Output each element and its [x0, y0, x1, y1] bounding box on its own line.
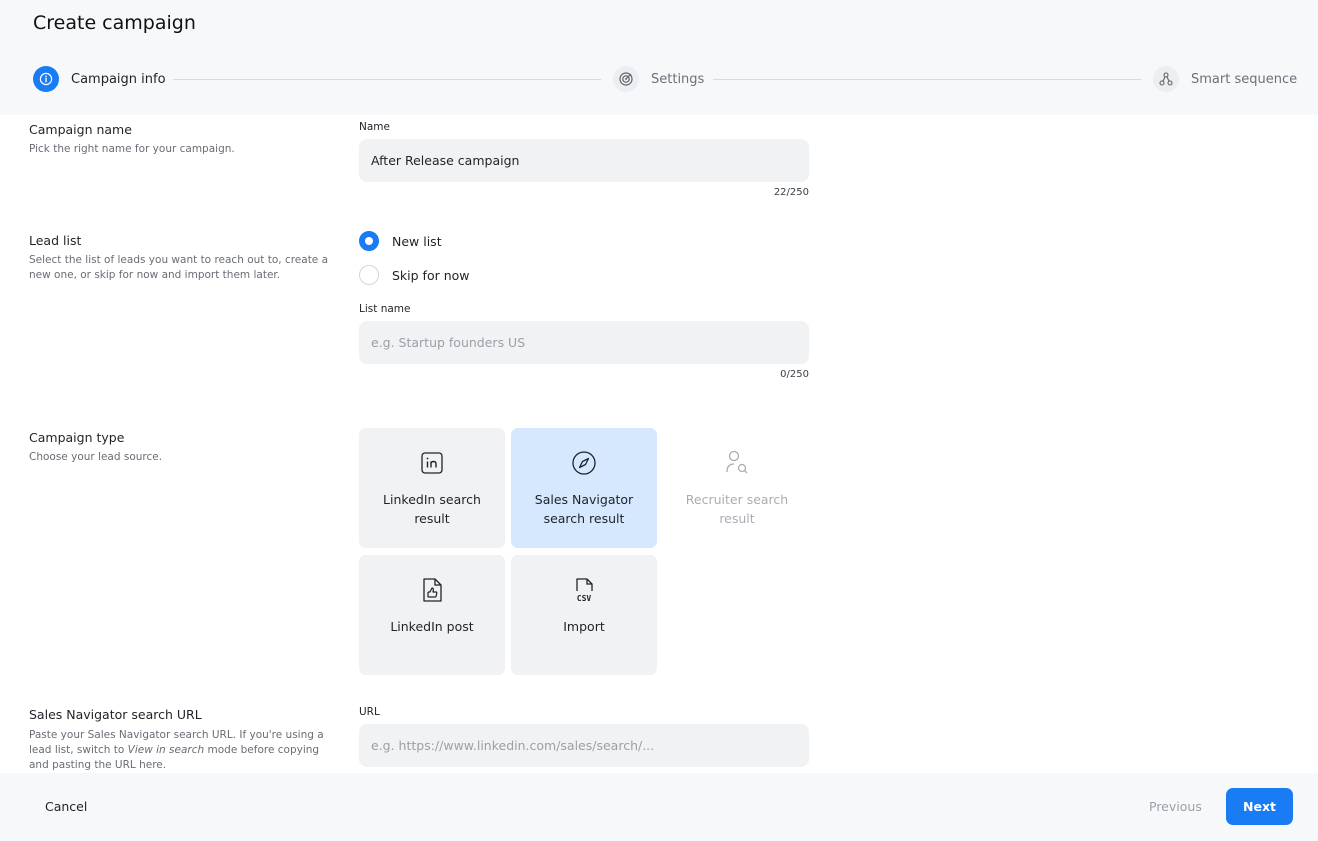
campaign-type-description: Choose your lead source. [29, 451, 163, 463]
card-sales-navigator[interactable]: Sales Navigator search result [511, 428, 657, 548]
card-label: LinkedIn post [390, 619, 474, 634]
card-linkedin-post[interactable]: LinkedIn post [359, 555, 505, 675]
compass-icon [571, 450, 597, 476]
radio-button[interactable] [359, 231, 379, 251]
radio-label: New list [392, 233, 442, 249]
step-smart-sequence[interactable]: Smart sequence [1153, 66, 1297, 92]
card-label: Import [563, 619, 605, 634]
list-name-input[interactable]: e.g. Startup founders US [359, 321, 809, 364]
card-label: Sales Navigator search result [534, 492, 634, 526]
sales-nav-url-description: Paste your Sales Navigator search URL. I… [29, 729, 324, 771]
card-label: Recruiter search result [685, 492, 789, 526]
view-in-search-mode: View in search [127, 744, 205, 756]
sales-nav-url-input[interactable]: e.g. https://www.linkedin.com/sales/sear… [359, 724, 809, 767]
post-icon [419, 577, 445, 603]
campaign-name-description: Pick the right name for your campaign. [29, 143, 235, 155]
card-linkedin-search[interactable]: LinkedIn search result [359, 428, 505, 548]
cancel-button[interactable]: Cancel [33, 788, 99, 824]
step-label: Settings [651, 71, 705, 87]
lead-list-title: Lead list [29, 233, 82, 248]
header: Create campaign Campaign info Settings S… [0, 0, 1318, 115]
campaign-name-title: Campaign name [29, 122, 132, 137]
step-connector [713, 78, 1141, 80]
svg-text:CSV: CSV [577, 594, 592, 603]
lead-list-description: Select the list of leads you want to rea… [29, 254, 329, 281]
step-campaign-info[interactable]: Campaign info [33, 66, 166, 92]
step-label: Campaign info [71, 71, 166, 87]
card-label: LinkedIn search result [383, 492, 481, 526]
radio-new-list[interactable]: New list [359, 230, 442, 252]
list-name-field-label: List name [359, 303, 411, 315]
card-recruiter-search: Recruiter search result [664, 428, 810, 548]
radio-skip-for-now[interactable]: Skip for now [359, 264, 470, 286]
page-title: Create campaign [33, 12, 196, 34]
list-name-char-counter: 0/250 [780, 369, 809, 380]
step-label: Smart sequence [1191, 71, 1298, 87]
sales-nav-url-title: Sales Navigator search URL [29, 707, 202, 722]
previous-button[interactable]: Previous [1138, 788, 1213, 824]
campaign-name-value: After Release campaign [371, 153, 520, 168]
step-settings[interactable]: Settings [613, 66, 704, 92]
target-icon [613, 66, 639, 92]
card-import[interactable]: CSV Import [511, 555, 657, 675]
campaign-name-input[interactable]: After Release campaign [359, 139, 809, 182]
radio-button[interactable] [359, 265, 379, 285]
campaign-type-title: Campaign type [29, 430, 125, 445]
name-field-label: Name [359, 121, 390, 133]
stepper: Campaign info Settings Smart sequence [33, 66, 1297, 92]
name-char-counter: 22/250 [773, 187, 809, 198]
radio-label: Skip for now [392, 267, 470, 283]
url-field-label: URL [359, 706, 380, 718]
user-search-icon [724, 450, 750, 476]
next-button[interactable]: Next [1226, 788, 1293, 825]
list-name-placeholder: e.g. Startup founders US [371, 335, 526, 350]
csv-file-icon: CSV [571, 577, 597, 603]
sequence-icon [1153, 66, 1179, 92]
footer: Cancel Previous Next [0, 773, 1318, 841]
linkedin-icon [419, 450, 445, 476]
step-connector [173, 78, 601, 80]
info-icon [33, 66, 59, 92]
url-placeholder: e.g. https://www.linkedin.com/sales/sear… [371, 738, 655, 753]
